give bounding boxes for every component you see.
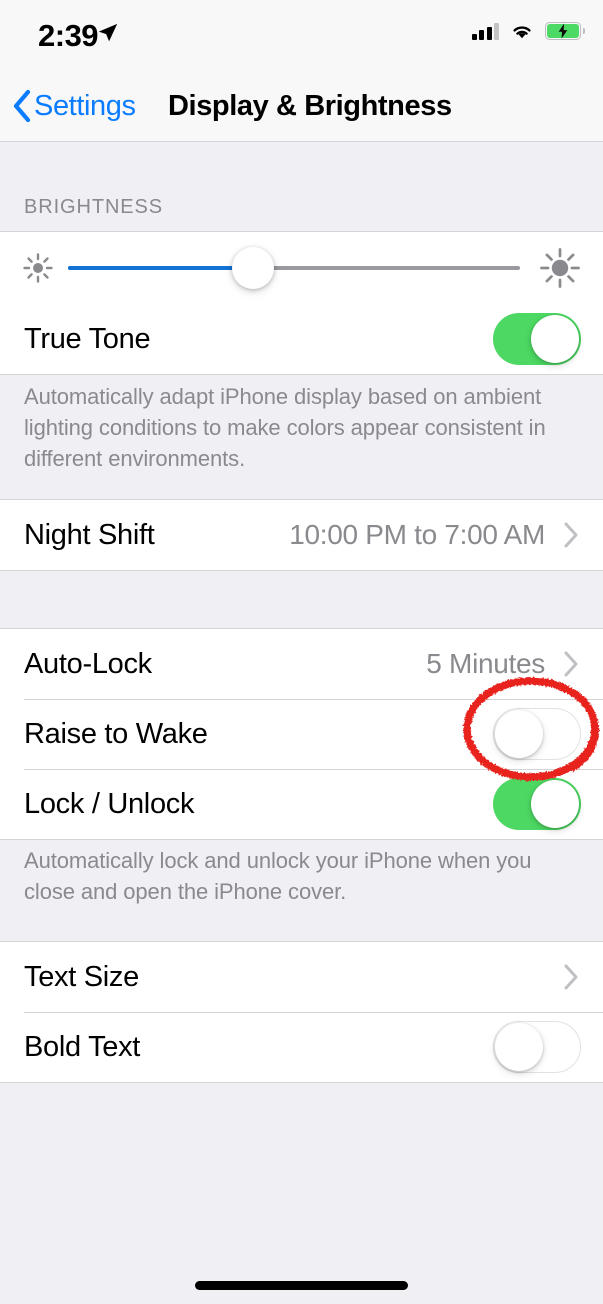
wifi-icon — [510, 22, 534, 40]
true-tone-footnote: Automatically adapt iPhone display based… — [24, 384, 546, 471]
night-shift-value: 10:00 PM to 7:00 AM — [289, 519, 545, 550]
auto-lock-value: 5 Minutes — [426, 648, 545, 679]
chevron-right-icon — [563, 521, 579, 549]
chevron-right-icon — [563, 963, 579, 991]
toggle-knob — [495, 710, 543, 758]
status-bar-indicators — [471, 22, 585, 40]
battery-charging-icon — [545, 22, 585, 40]
raise-to-wake-row[interactable]: Raise to Wake — [0, 699, 603, 769]
text-card: Text Size Bold Text — [0, 941, 603, 1083]
brightness-slider-thumb[interactable] — [232, 247, 274, 289]
lock-unlock-row[interactable]: Lock / Unlock — [0, 769, 603, 839]
cellular-signal-icon — [471, 22, 499, 40]
status-bar: 2:39 — [0, 0, 603, 70]
bold-text-row[interactable]: Bold Text — [0, 1012, 603, 1082]
auto-lock-label: Auto-Lock — [24, 647, 152, 680]
lock-card: Auto-Lock 5 Minutes Raise to Wake Lock /… — [0, 628, 603, 840]
raise-to-wake-label: Raise to Wake — [24, 717, 208, 750]
status-bar-time: 2:39 — [38, 18, 99, 53]
text-size-label: Text Size — [24, 960, 139, 993]
page-title: Display & Brightness — [168, 89, 452, 122]
lock-unlock-label: Lock / Unlock — [24, 787, 195, 820]
back-button-label: Settings — [34, 89, 136, 122]
bold-text-label: Bold Text — [24, 1030, 141, 1063]
navigation-bar: Settings Display & Brightness — [0, 70, 603, 142]
night-shift-card: Night Shift 10:00 PM to 7:00 AM — [0, 499, 603, 571]
toggle-knob — [531, 780, 579, 828]
lock-unlock-footnote: Automatically lock and unlock your iPhon… — [24, 848, 532, 904]
true-tone-toggle[interactable] — [493, 313, 581, 365]
brightness-track-fill — [68, 266, 253, 270]
chevron-right-icon — [563, 650, 579, 678]
night-shift-label: Night Shift — [24, 518, 155, 551]
auto-lock-row[interactable]: Auto-Lock 5 Minutes — [0, 629, 603, 699]
brightness-card: True Tone — [0, 231, 603, 375]
location-arrow-icon — [97, 22, 119, 44]
toggle-knob — [495, 1023, 543, 1071]
true-tone-row[interactable]: True Tone — [0, 304, 603, 374]
sun-dim-icon — [22, 252, 54, 284]
raise-to-wake-toggle[interactable] — [493, 708, 581, 760]
toggle-knob — [531, 315, 579, 363]
text-size-row[interactable]: Text Size — [0, 942, 603, 1012]
sun-bright-icon — [539, 247, 581, 289]
chevron-left-icon — [12, 89, 32, 123]
bold-text-toggle[interactable] — [493, 1021, 581, 1073]
night-shift-row[interactable]: Night Shift 10:00 PM to 7:00 AM — [0, 500, 603, 570]
lock-unlock-toggle[interactable] — [493, 778, 581, 830]
true-tone-label: True Tone — [24, 322, 151, 355]
brightness-slider-row — [0, 232, 603, 304]
back-button[interactable]: Settings — [12, 70, 136, 142]
home-indicator[interactable] — [195, 1281, 408, 1290]
